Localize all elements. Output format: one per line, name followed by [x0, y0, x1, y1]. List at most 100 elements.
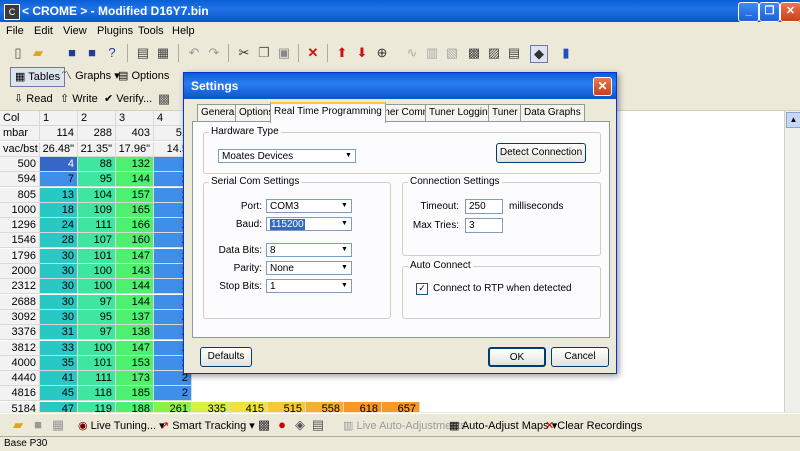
tab-tuner[interactable]: Tuner — [488, 104, 522, 121]
table-cell[interactable]: 2 — [154, 386, 192, 402]
tab-data-graphs[interactable]: Data Graphs — [520, 104, 585, 121]
table-cell[interactable]: 107 — [78, 233, 116, 249]
open-log-icon[interactable]: ▰ — [10, 417, 26, 433]
undo-icon[interactable]: ↶ — [186, 45, 202, 61]
maximize-button[interactable]: ❐ — [759, 2, 780, 22]
baud-select[interactable]: 115200 ▼ — [266, 217, 352, 231]
camera-icon[interactable]: ◈ — [292, 417, 308, 433]
import-icon[interactable]: ▤ — [135, 45, 151, 61]
scroll-up-icon[interactable]: ▲ — [786, 112, 800, 128]
fill-icon[interactable]: ▧ — [444, 45, 460, 61]
connect-rtp-checkbox[interactable]: ✓ — [416, 283, 428, 295]
redo-icon[interactable]: ↷ — [206, 45, 222, 61]
table-cell[interactable]: 109 — [78, 202, 116, 218]
table-cell[interactable]: 558 — [306, 401, 344, 412]
live-tuning-button[interactable]: ◉ Live Tuning... ▾ — [78, 418, 165, 434]
clear-recordings-button[interactable]: ✕ Clear Recordings — [545, 418, 642, 434]
dialog-close-button[interactable]: ✕ — [593, 77, 612, 96]
flag-icon[interactable]: ▮ — [558, 45, 574, 61]
delete-icon[interactable]: ✕ — [305, 45, 321, 61]
record-icon[interactable]: ▩ — [256, 417, 272, 433]
close-button[interactable]: ✕ — [780, 2, 800, 22]
table-cell[interactable]: 100 — [78, 340, 116, 356]
defaults-button[interactable]: Defaults — [200, 347, 252, 367]
tab-tuner-logging[interactable]: Tuner Logging — [425, 104, 498, 121]
save-log-icon[interactable]: ■ — [30, 417, 46, 433]
table-cell[interactable]: 119 — [78, 401, 116, 412]
max-tries-input[interactable]: 3 — [465, 218, 503, 233]
table-cell[interactable]: 173 — [116, 371, 154, 387]
target-icon[interactable]: ⊕ — [374, 45, 390, 61]
app-icon[interactable]: C — [4, 4, 20, 20]
table-cell[interactable]: 111 — [78, 371, 116, 387]
table-cell[interactable]: 95 — [78, 309, 116, 325]
table-cell[interactable]: 657 — [382, 401, 420, 412]
table-cell[interactable]: 28 — [40, 233, 78, 249]
table-cell[interactable]: 47 — [40, 401, 78, 412]
tab-real-time-programming[interactable]: Real Time Programming — [270, 102, 386, 123]
table-cell[interactable]: 101 — [78, 248, 116, 264]
table-cell[interactable]: 45 — [40, 386, 78, 402]
cancel-button[interactable]: Cancel — [551, 347, 609, 367]
eraser-icon[interactable]: ◆ — [530, 45, 548, 63]
hardware-type-select[interactable]: Moates Devices ▼ — [218, 149, 356, 163]
menu-file[interactable]: File — [6, 25, 24, 37]
table-cell[interactable]: 118 — [78, 386, 116, 402]
detect-connection-button[interactable]: Detect Connection — [496, 143, 586, 163]
data-bits-select[interactable]: 8 ▼ — [266, 243, 352, 257]
record-red-icon[interactable]: ● — [274, 417, 290, 433]
menu-plugins[interactable]: Plugins — [97, 25, 133, 37]
live-auto-adjustments-button[interactable]: ▥ Live Auto-Adjustments — [343, 418, 466, 434]
table-log-icon[interactable]: ▤ — [310, 417, 326, 433]
read-button[interactable]: ⇩ Read — [10, 90, 57, 108]
paste-icon[interactable]: ▣ — [276, 45, 292, 61]
smooth-icon[interactable]: ∿ — [404, 45, 420, 61]
table-cell[interactable]: 4 — [40, 156, 78, 172]
table-cell[interactable]: 97 — [78, 325, 116, 341]
new-file-icon[interactable]: ▯ — [10, 45, 26, 61]
table-cell[interactable]: 97 — [78, 294, 116, 310]
table-cell[interactable]: 144 — [116, 172, 154, 188]
table-cell[interactable]: 415 — [230, 401, 268, 412]
save-icon[interactable]: ■ — [64, 45, 80, 61]
table-cell[interactable]: 144 — [116, 279, 154, 295]
document-icon[interactable]: ▤ — [506, 45, 522, 61]
table-cell[interactable]: 157 — [116, 187, 154, 203]
table-cell[interactable]: 165 — [116, 202, 154, 218]
table-cell[interactable]: 160 — [116, 233, 154, 249]
table-cell[interactable]: 261 — [154, 401, 192, 412]
table-cell[interactable]: 100 — [78, 279, 116, 295]
save-as-icon[interactable]: ■ — [84, 45, 100, 61]
table-cell[interactable]: 132 — [116, 156, 154, 172]
menu-view[interactable]: View — [63, 25, 87, 37]
options-button[interactable]: ▤ Options — [114, 67, 173, 85]
parity-select[interactable]: None ▼ — [266, 261, 352, 275]
table-cell[interactable]: 104 — [78, 187, 116, 203]
table-cell[interactable]: 30 — [40, 279, 78, 295]
table-cell[interactable]: 166 — [116, 218, 154, 234]
arrow-down-icon[interactable]: ⬇ — [354, 45, 370, 61]
chip-read-icon[interactable]: ▩ — [156, 91, 172, 107]
ok-button[interactable]: OK — [488, 347, 546, 367]
smart-tracking-button[interactable]: ↗ Smart Tracking ▾ — [160, 418, 255, 434]
table-cell[interactable]: 30 — [40, 309, 78, 325]
table-cell[interactable]: 24 — [40, 218, 78, 234]
table-cell[interactable]: 153 — [116, 355, 154, 371]
interpolate-icon[interactable]: ▥ — [424, 45, 440, 61]
table-cell[interactable]: 35 — [40, 355, 78, 371]
table-cell[interactable]: 335 — [192, 401, 230, 412]
port-select[interactable]: COM3 ▼ — [266, 199, 352, 213]
menu-help[interactable]: Help — [172, 25, 195, 37]
arrow-up-icon[interactable]: ⬆ — [334, 45, 350, 61]
table-cell[interactable]: 143 — [116, 264, 154, 279]
menu-edit[interactable]: Edit — [34, 25, 53, 37]
table-cell[interactable]: 13 — [40, 187, 78, 203]
table-cell[interactable]: 185 — [116, 386, 154, 402]
write-button[interactable]: ⇧ Write — [56, 90, 102, 108]
table-cell[interactable]: 137 — [116, 309, 154, 325]
table-cell[interactable]: 31 — [40, 325, 78, 341]
table-cell[interactable]: 515 — [268, 401, 306, 412]
chip-icon[interactable]: ▩ — [466, 45, 482, 61]
table-cell[interactable]: 138 — [116, 325, 154, 341]
compare-icon[interactable]: ▨ — [486, 45, 502, 61]
